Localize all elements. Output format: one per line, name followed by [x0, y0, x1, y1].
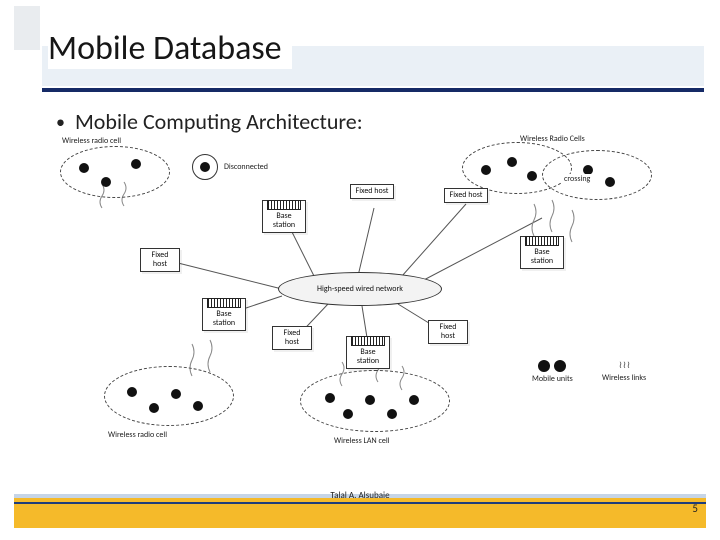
legend-wireless-links: ≀ ≀ ≀ Wireless links — [602, 358, 646, 383]
body: • Mobile Computing Architecture: — [42, 108, 704, 484]
label-disconnected: Disconnected — [224, 162, 268, 172]
cell-top-left — [60, 146, 170, 198]
base-station-antenna-icon — [525, 236, 559, 246]
box-base-station: Base station — [520, 236, 564, 269]
mobile-unit-icon — [507, 157, 517, 167]
architecture-diagram: Wireless radio cell Disconnected Wireles… — [42, 144, 682, 464]
mobile-unit-icon — [79, 163, 89, 173]
cell-top-right-b — [542, 150, 652, 200]
wireless-link-icon: ≀ ≀ ≀ — [619, 358, 630, 371]
bullet-dot-icon: • — [56, 108, 65, 136]
mobile-unit-icon — [131, 159, 141, 169]
mobile-unit-icon — [193, 401, 203, 411]
legend-label-units: Mobile units — [532, 374, 573, 384]
mobile-unit-icon — [538, 360, 550, 372]
mobile-unit-icon — [343, 409, 353, 419]
box-fixed-host: Fixed host — [140, 248, 180, 272]
box-fixed-host: Fixed host — [428, 320, 468, 344]
mobile-unit-icon — [325, 393, 335, 403]
mobile-unit-icon — [171, 389, 181, 399]
legend-label-links: Wireless links — [602, 373, 646, 383]
box-label: Fixed host — [152, 250, 169, 269]
mobile-unit-icon — [365, 395, 375, 405]
mobile-unit-icon — [554, 360, 566, 372]
box-base-station: Base station — [262, 200, 306, 233]
label-wireless-radio-cell: Wireless radio cell — [62, 136, 121, 146]
box-base-station: Base station — [202, 298, 246, 331]
box-label: Base station — [357, 347, 379, 366]
disconnected-unit — [192, 154, 218, 180]
footer-page-number: 5 — [692, 502, 698, 515]
base-station-antenna-icon — [267, 200, 301, 210]
cell-wlan — [300, 370, 450, 432]
footer-divider — [14, 502, 706, 504]
mobile-unit-icon — [149, 403, 159, 413]
mobile-unit-icon — [527, 171, 537, 181]
label-crossing: crossing — [562, 174, 592, 184]
box-fixed-host: Fixed host — [350, 184, 394, 199]
title-underline — [42, 88, 704, 92]
accent-block — [14, 6, 40, 50]
box-label: Fixed host — [440, 322, 457, 341]
box-fixed-host: Fixed host — [444, 188, 488, 203]
footer-author: Talal A. Alsubaie — [330, 490, 389, 501]
box-label: Fixed host — [450, 190, 483, 200]
bullet-text: Mobile Computing Architecture: — [75, 108, 363, 135]
label-wireless-radio-cell-b: Wireless radio cell — [108, 430, 167, 440]
legend-mobile-units: Mobile units — [532, 360, 573, 384]
page-title: Mobile Database — [48, 28, 292, 69]
mobile-unit-icon — [127, 387, 137, 397]
mobile-unit-icon — [200, 162, 210, 172]
box-label: Fixed host — [284, 328, 301, 347]
box-label: Base station — [531, 247, 553, 266]
base-station-antenna-icon — [351, 336, 385, 346]
bullet-row: • Mobile Computing Architecture: — [42, 108, 704, 136]
mobile-unit-icon — [409, 395, 419, 405]
hub-wired-network: High-speed wired network — [278, 272, 442, 306]
slide: Mobile Database • Mobile Computing Archi… — [0, 0, 720, 540]
title-band: Mobile Database — [42, 40, 704, 92]
label-wireless-radio-cells: Wireless Radio Cells — [520, 134, 585, 144]
mobile-unit-icon — [481, 165, 491, 175]
hub-label: High-speed wired network — [317, 284, 403, 294]
label-wlan-cell: Wireless LAN cell — [334, 436, 390, 446]
mobile-unit-icon — [101, 177, 111, 187]
mobile-unit-icon — [387, 409, 397, 419]
box-fixed-host: Fixed host — [272, 326, 312, 350]
box-label: Base station — [273, 211, 295, 230]
box-label: Base station — [213, 309, 235, 328]
box-base-station: Base station — [346, 336, 390, 369]
base-station-antenna-icon — [207, 298, 241, 308]
box-label: Fixed host — [356, 186, 389, 196]
footer: Talal A. Alsubaie 5 — [14, 494, 706, 528]
mobile-unit-icon — [605, 177, 615, 187]
cell-bottom-left — [104, 366, 234, 426]
